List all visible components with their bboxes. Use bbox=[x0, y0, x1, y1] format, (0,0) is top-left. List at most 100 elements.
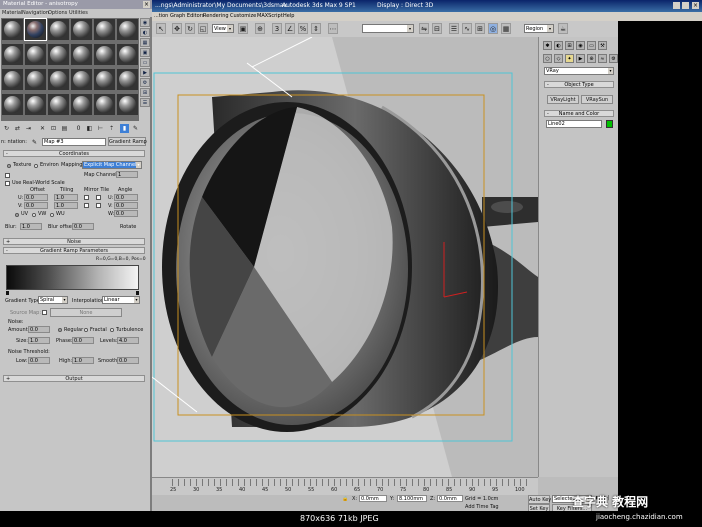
shapes-icon[interactable]: ◇ bbox=[554, 54, 563, 63]
vw-radio[interactable] bbox=[32, 213, 36, 217]
material-sample-slot[interactable] bbox=[48, 19, 69, 40]
material-editor-icon[interactable]: ◎ bbox=[488, 23, 498, 34]
use-real-world-scale-checkbox[interactable] bbox=[5, 181, 10, 186]
material-sample-slot[interactable] bbox=[71, 19, 92, 40]
minimize-button[interactable] bbox=[673, 2, 680, 9]
curve-editor-icon[interactable]: ∿ bbox=[462, 23, 472, 34]
material-sample-slot[interactable] bbox=[48, 44, 69, 65]
eyedropper-icon[interactable]: ✎ bbox=[32, 139, 37, 146]
menu-utilities[interactable]: Utilities bbox=[69, 9, 88, 17]
y-coordinate-field[interactable]: 8.100mm bbox=[397, 495, 427, 502]
reference-coord-dropdown[interactable]: View ▾ bbox=[212, 24, 234, 33]
renderer-category-dropdown[interactable]: VRay bbox=[544, 67, 614, 75]
wu-radio[interactable] bbox=[50, 213, 54, 217]
object-type-rollout[interactable]: - Object Type bbox=[544, 81, 614, 88]
menu-graph-editors[interactable]: Graph Editors bbox=[170, 12, 204, 21]
render-type-dropdown[interactable]: Region ▾ bbox=[524, 24, 554, 33]
object-color-swatch[interactable] bbox=[606, 120, 613, 128]
menu-help[interactable]: Help bbox=[283, 12, 294, 21]
coordinates-rollout[interactable]: - Coordinates bbox=[3, 150, 145, 157]
threshold-low-spinner[interactable]: 0.0 bbox=[28, 357, 50, 364]
show-map-on-back-checkbox[interactable] bbox=[5, 173, 10, 178]
material-sample-slot[interactable] bbox=[2, 19, 23, 40]
z-coordinate-field[interactable]: 0.0mm bbox=[437, 495, 463, 502]
add-time-tag[interactable]: Add Time Tag bbox=[465, 504, 499, 510]
vraysun-button[interactable]: VRaySun bbox=[581, 95, 613, 104]
menu-maxscript[interactable]: MAXScript bbox=[257, 12, 283, 21]
menu-item[interactable]: ...tion bbox=[154, 12, 168, 21]
menu-customize[interactable]: Customize bbox=[230, 12, 256, 21]
auto-key-button[interactable]: Auto Key bbox=[528, 495, 551, 504]
material-sample-slot[interactable] bbox=[24, 18, 47, 41]
material-sample-slot[interactable] bbox=[94, 44, 115, 65]
reset-map-icon[interactable]: ✕ bbox=[38, 124, 47, 133]
select-object-icon[interactable]: ↖ bbox=[156, 23, 166, 34]
gradient-type-dropdown[interactable]: Spiral bbox=[38, 296, 68, 304]
rotate-button[interactable]: Rotate bbox=[120, 224, 136, 230]
close-icon[interactable]: × bbox=[143, 1, 150, 8]
show-end-result-icon[interactable]: ⊢ bbox=[96, 124, 105, 133]
material-sample-slot[interactable] bbox=[2, 94, 23, 115]
go-to-parent-icon[interactable]: ⇡ bbox=[107, 124, 116, 133]
video-color-check-icon[interactable]: ▭ bbox=[140, 58, 150, 67]
mapping-dropdown[interactable]: Explicit Map Channel bbox=[82, 161, 142, 169]
noise-size-spinner[interactable]: 1.0 bbox=[28, 337, 50, 344]
percent-snap-icon[interactable]: % bbox=[298, 23, 308, 34]
pick-material-icon[interactable]: ✎ bbox=[131, 124, 140, 133]
offset-v-spinner[interactable]: 0.0 bbox=[24, 202, 48, 209]
material-sample-slot[interactable] bbox=[71, 69, 92, 90]
options-icon[interactable]: ⚙ bbox=[140, 78, 150, 87]
fractal-radio[interactable] bbox=[84, 328, 88, 332]
gradient-ramp-parameters-rollout[interactable]: - Gradient Ramp Parameters bbox=[3, 247, 145, 254]
interpolation-dropdown[interactable]: Linear bbox=[102, 296, 140, 304]
offset-u-spinner[interactable]: 0.0 bbox=[24, 194, 48, 201]
material-sample-slot[interactable] bbox=[25, 94, 46, 115]
get-material-icon[interactable]: ↻ bbox=[2, 124, 11, 133]
sample-uv-tiling-icon[interactable]: ▣ bbox=[140, 48, 150, 57]
material-sample-slot[interactable] bbox=[71, 44, 92, 65]
tile-u-checkbox[interactable] bbox=[96, 195, 101, 200]
hierarchy-tab-icon[interactable]: ⊞ bbox=[565, 41, 574, 50]
menu-rendering[interactable]: Rendering bbox=[203, 12, 229, 21]
select-move-icon[interactable]: ✥ bbox=[172, 23, 182, 34]
mirror-icon[interactable]: ⇋ bbox=[419, 23, 429, 34]
menu-options[interactable]: Options bbox=[48, 9, 67, 17]
select-manipulate-icon[interactable]: ⊕ bbox=[255, 23, 265, 34]
menu-navigation[interactable]: Navigation bbox=[22, 9, 49, 17]
create-tab-icon[interactable]: ✱ bbox=[543, 41, 552, 50]
source-map-checkbox[interactable] bbox=[42, 310, 47, 315]
cameras-icon[interactable]: ▶ bbox=[576, 54, 585, 63]
put-to-library-icon[interactable]: ▤ bbox=[60, 124, 69, 133]
time-slider[interactable]: 25 30 35 40 45 50 55 60 65 70 75 80 85 90 95 100 bbox=[152, 477, 538, 496]
material-sample-slot[interactable] bbox=[94, 94, 115, 115]
name-and-color-rollout[interactable]: - Name and Color bbox=[544, 110, 614, 117]
maximize-button[interactable] bbox=[682, 2, 689, 9]
sample-type-icon[interactable]: ◉ bbox=[140, 18, 150, 27]
close-icon[interactable]: × bbox=[692, 2, 699, 9]
noise-rollout[interactable]: + Noise bbox=[3, 238, 145, 245]
pivot-icon[interactable]: ▣ bbox=[238, 23, 248, 34]
spacewarps-icon[interactable]: ≈ bbox=[598, 54, 607, 63]
angle-w-spinner[interactable]: 0.0 bbox=[114, 210, 138, 217]
material-sample-slot[interactable] bbox=[117, 69, 138, 90]
utilities-tab-icon[interactable]: ⚒ bbox=[598, 41, 607, 50]
mirror-v-checkbox[interactable] bbox=[84, 203, 89, 208]
show-map-in-viewport-icon[interactable]: ◧ bbox=[85, 124, 94, 133]
render-setup-icon[interactable]: ▦ bbox=[501, 23, 511, 34]
background-icon[interactable]: ▦ bbox=[140, 38, 150, 47]
material-sample-slot[interactable] bbox=[117, 44, 138, 65]
map-channel-spinner[interactable]: 1 bbox=[116, 171, 138, 178]
tile-v-checkbox[interactable] bbox=[96, 203, 101, 208]
material-sample-slot[interactable] bbox=[94, 69, 115, 90]
mirror-u-checkbox[interactable] bbox=[84, 195, 89, 200]
source-map-button[interactable]: None bbox=[50, 308, 122, 317]
helpers-icon[interactable]: ⊕ bbox=[587, 54, 596, 63]
x-coordinate-field[interactable]: 0.0mm bbox=[359, 495, 387, 502]
material-sample-slot[interactable] bbox=[71, 94, 92, 115]
material-effects-channel-icon[interactable]: 0 bbox=[74, 124, 83, 133]
named-selection-icon[interactable]: ⋯ bbox=[328, 23, 338, 34]
select-by-material-icon[interactable]: ⊞ bbox=[140, 88, 150, 97]
tiling-u-spinner[interactable]: 1.0 bbox=[54, 194, 78, 201]
material-sample-slot[interactable] bbox=[94, 19, 115, 40]
material-sample-slot[interactable] bbox=[48, 94, 69, 115]
